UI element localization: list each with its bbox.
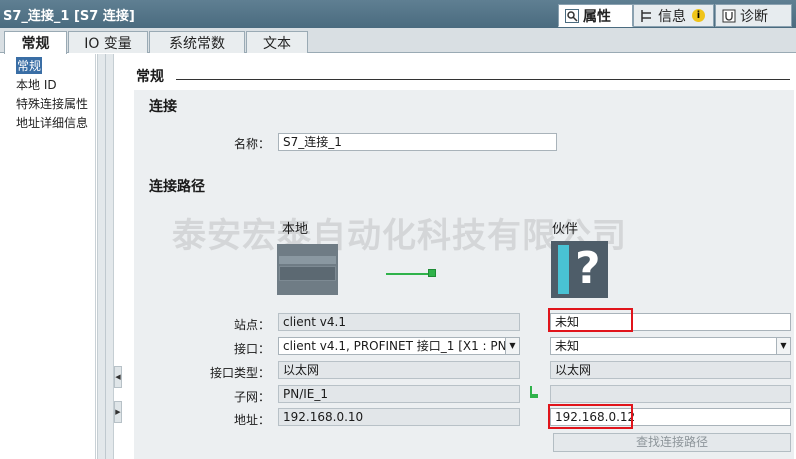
connection-heading: 连接 xyxy=(149,99,177,115)
local-interface-type-field: 以太网 xyxy=(278,361,520,379)
local-column-title: 本地 xyxy=(282,222,309,237)
station-label: 站点： xyxy=(233,318,270,332)
partner-interface-type-field: 以太网 xyxy=(550,361,791,379)
section-divider xyxy=(176,79,790,80)
tab-properties[interactable]: 属性 xyxy=(558,4,633,27)
title-bar: S7_连接_1 [S7 连接] 属性 信息 i 诊断 xyxy=(0,0,796,28)
partner-interface-select[interactable]: 未知 ▼ xyxy=(550,337,791,355)
diagnostics-icon xyxy=(722,9,736,23)
tab-properties-label: 属性 xyxy=(583,8,611,25)
local-station-field: client v4.1 xyxy=(278,313,520,331)
connection-link-line xyxy=(386,273,429,275)
highlight-address-box xyxy=(548,404,633,429)
info-badge-icon: i xyxy=(692,9,705,22)
path-heading: 连接路径 xyxy=(149,179,205,195)
splitter[interactable] xyxy=(97,54,114,459)
tab-strip: 常规 IO 变量 系统常数 文本 xyxy=(0,28,796,54)
tab-info-label: 信息 xyxy=(658,8,686,25)
info-icon xyxy=(640,9,654,23)
address-label: 地址： xyxy=(233,413,270,427)
splitter-line xyxy=(105,54,106,459)
local-interface-value: client v4.1, PROFINET 接口_1 [X1 : PN(LAN)… xyxy=(283,339,520,353)
partner-interface-value: 未知 xyxy=(555,339,580,353)
partner-subnet-field xyxy=(550,385,791,403)
local-subnet-field: PN/IE_1 xyxy=(278,385,520,403)
nav-item-local-id[interactable]: 本地 ID xyxy=(16,76,57,93)
name-label: 名称： xyxy=(233,137,270,151)
partner-column-title: 伙伴 xyxy=(552,222,579,237)
subnet-link-icon xyxy=(530,386,538,398)
left-nav: 常规 本地 ID 特殊连接属性 地址详细信息 xyxy=(0,54,96,459)
nav-item-special-properties[interactable]: 特殊连接属性 xyxy=(16,95,88,112)
connection-port-icon xyxy=(428,269,436,277)
tab-texts[interactable]: 文本 xyxy=(246,31,308,53)
local-plc-icon xyxy=(277,244,338,295)
tab-io-tags[interactable]: IO 变量 xyxy=(68,31,148,53)
interface-type-label: 接口类型： xyxy=(209,366,270,380)
window-title: S7_连接_1 [S7 连接] xyxy=(3,9,135,24)
tab-system-constants[interactable]: 系统常数 xyxy=(149,31,245,53)
chevron-down-icon[interactable]: ▼ xyxy=(776,338,790,354)
local-interface-select[interactable]: client v4.1, PROFINET 接口_1 [X1 : PN(LAN)… xyxy=(278,337,520,355)
name-input[interactable]: S7_连接_1 xyxy=(278,133,557,151)
subnet-label: 子网： xyxy=(233,390,270,404)
nav-item-general[interactable]: 常规 xyxy=(16,57,43,74)
find-connection-path-button[interactable]: 查找连接路径 xyxy=(553,433,791,452)
local-address-field: 192.168.0.10 xyxy=(278,408,520,426)
tab-info[interactable]: 信息 i xyxy=(633,4,714,27)
section-title: 常规 xyxy=(136,69,164,85)
expand-right-icon[interactable]: ▶ xyxy=(114,401,122,423)
collapse-left-icon[interactable]: ◀ xyxy=(114,366,122,388)
chevron-down-icon[interactable]: ▼ xyxy=(505,338,519,354)
tab-general[interactable]: 常规 xyxy=(4,31,67,54)
tab-diagnostics-label: 诊断 xyxy=(740,8,768,25)
unknown-partner-icon: ? xyxy=(551,241,608,298)
nav-item-address-details[interactable]: 地址详细信息 xyxy=(16,114,88,131)
properties-icon xyxy=(565,8,579,23)
interface-label: 接口： xyxy=(233,342,270,356)
highlight-station-box xyxy=(548,308,633,332)
tab-diagnostics[interactable]: 诊断 xyxy=(715,4,792,27)
